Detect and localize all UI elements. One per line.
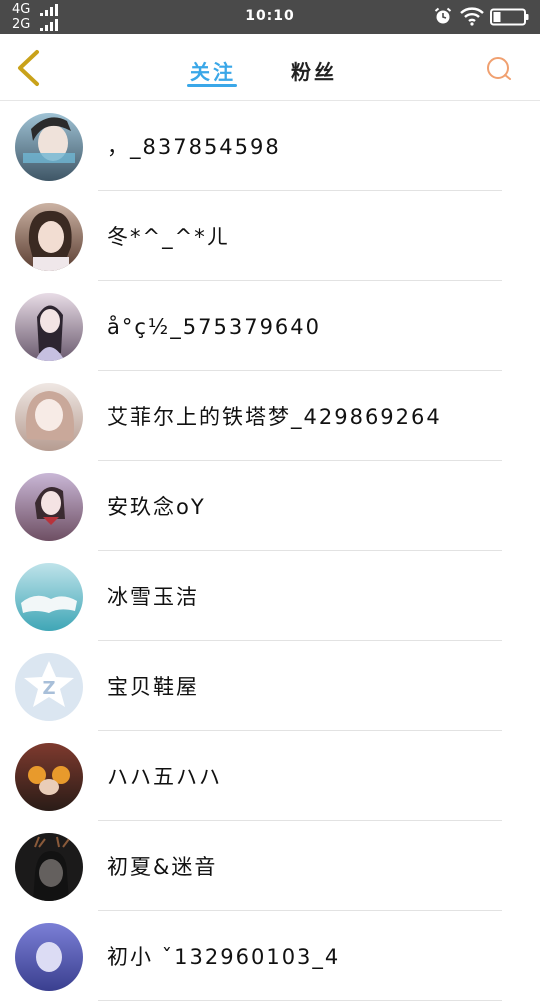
avatar[interactable] (15, 113, 83, 181)
clock: 10:10 (245, 8, 295, 24)
divider (98, 1000, 502, 1001)
list-item[interactable]: 安玖念oY (0, 461, 540, 551)
battery-icon (490, 8, 529, 26)
tab-following[interactable]: 关注 (190, 56, 236, 85)
avatar[interactable] (15, 203, 83, 271)
tab-fans[interactable]: 粉丝 (291, 56, 337, 85)
user-name: 初夏&迷音 (107, 855, 218, 879)
list-item[interactable]: 冰雪玉洁 (0, 551, 540, 641)
following-list: ，_837854598 冬*^_^*ㄦ å°ç½_575379640 艾菲尔上的… (0, 101, 540, 1001)
list-item[interactable]: 初小 ˇ132960103_4 (0, 911, 540, 1001)
avatar[interactable] (15, 563, 83, 631)
list-item[interactable]: 冬*^_^*ㄦ (0, 191, 540, 281)
user-name: 安玖念oY (107, 495, 206, 519)
user-name: å°ç½_575379640 (107, 315, 322, 339)
active-tab-indicator (187, 84, 237, 87)
avatar[interactable] (15, 833, 83, 901)
list-item[interactable]: ハハ五ハハ (0, 731, 540, 821)
user-name: 宝贝鞋屋 (107, 675, 199, 699)
user-name: ハハ五ハハ (107, 765, 222, 789)
user-name: ，_837854598 (107, 135, 281, 159)
search-icon[interactable] (484, 54, 514, 84)
svg-text:Z: Z (42, 678, 55, 699)
status-bar: 4G 2G 10:10 (0, 0, 540, 34)
list-item[interactable]: 艾菲尔上的铁塔梦_429869264 (0, 371, 540, 461)
avatar[interactable] (15, 293, 83, 361)
list-item[interactable]: 初夏&迷音 (0, 821, 540, 911)
avatar[interactable] (15, 383, 83, 451)
avatar[interactable] (15, 923, 83, 991)
avatar[interactable] (15, 473, 83, 541)
user-name: 初小 ˇ132960103_4 (107, 945, 341, 969)
header: 关注 粉丝 (0, 34, 540, 101)
wifi-icon (460, 7, 484, 26)
user-name: 冰雪玉洁 (107, 585, 199, 609)
list-item[interactable]: å°ç½_575379640 (0, 281, 540, 371)
avatar[interactable] (15, 743, 83, 811)
list-item[interactable]: ，_837854598 (0, 101, 540, 191)
user-name: 艾菲尔上的铁塔梦_429869264 (107, 405, 442, 429)
avatar[interactable]: Z (15, 653, 83, 721)
back-button[interactable] (12, 48, 46, 88)
user-name: 冬*^_^*ㄦ (107, 225, 230, 249)
alarm-icon (434, 7, 452, 24)
list-item[interactable]: Z 宝贝鞋屋 (0, 641, 540, 731)
